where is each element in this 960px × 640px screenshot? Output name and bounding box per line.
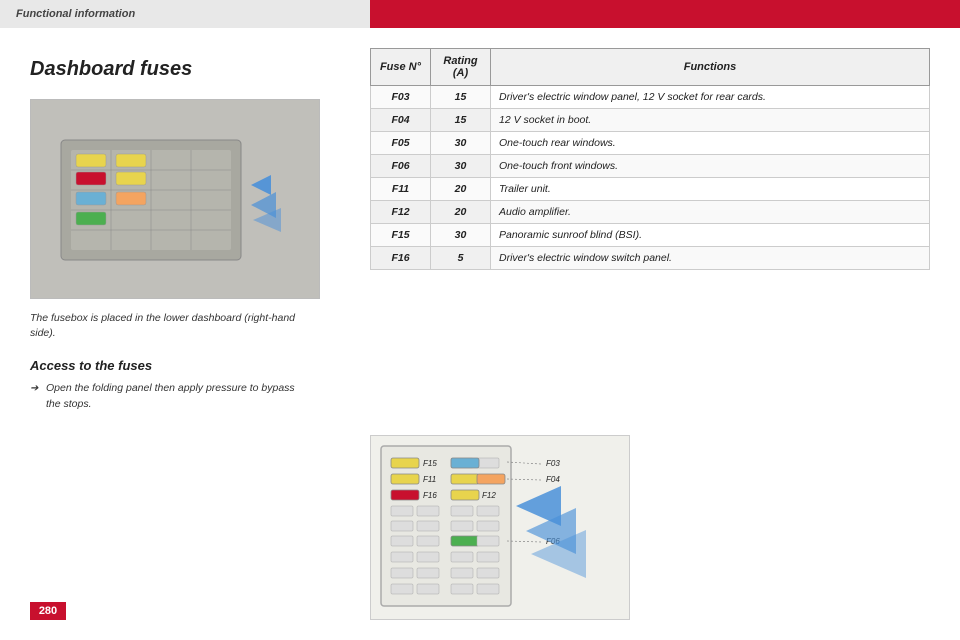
svg-text:F04: F04 <box>546 475 560 484</box>
left-column: Dashboard fuses <box>30 28 350 413</box>
table-row: F0630One-touch front windows. <box>371 155 930 178</box>
header-left: Functional information <box>0 0 370 28</box>
svg-text:F15: F15 <box>423 459 437 468</box>
fuse-function-cell: Audio amplifier. <box>491 201 930 224</box>
access-instruction: Open the folding panel then apply pressu… <box>30 381 310 413</box>
fuse-function-cell: Driver's electric window panel, 12 V soc… <box>491 86 930 109</box>
fuse-rating-cell: 20 <box>431 201 491 224</box>
fuse-rating-cell: 15 <box>431 86 491 109</box>
fuse-rating-cell: 20 <box>431 178 491 201</box>
fuse-diagram: F15 F11 F05 F03 F04 F16 F12 <box>370 435 630 620</box>
header-accent <box>370 0 960 28</box>
table-row: F1120Trailer unit. <box>371 178 930 201</box>
fuse-function-cell: 12 V socket in boot. <box>491 109 930 132</box>
table-row: F0530One-touch rear windows. <box>371 132 930 155</box>
fuse-number-cell: F11 <box>371 178 431 201</box>
fuse-rating-cell: 30 <box>431 224 491 247</box>
table-row: F1530Panoramic sunroof blind (BSI). <box>371 224 930 247</box>
svg-text:F12: F12 <box>482 491 496 500</box>
fuse-rating-cell: 15 <box>431 109 491 132</box>
fuse-number-cell: F03 <box>371 86 431 109</box>
fuse-function-cell: Driver's electric window switch panel. <box>491 247 930 270</box>
fuse-number-cell: F05 <box>371 132 431 155</box>
fuse-number-cell: F15 <box>371 224 431 247</box>
fuse-number-cell: F16 <box>371 247 431 270</box>
fuse-rating-cell: 5 <box>431 247 491 270</box>
fuse-diagram-svg: F15 F11 F05 F03 F04 F16 F12 <box>371 436 630 620</box>
fuse-table: Fuse N° Rating (A) Functions F0315Driver… <box>370 48 930 270</box>
col-header-rating: Rating (A) <box>431 49 491 86</box>
fuse-photo <box>30 99 320 299</box>
fuse-number-cell: F06 <box>371 155 431 178</box>
svg-text:F03: F03 <box>546 459 560 468</box>
fuse-number-cell: F04 <box>371 109 431 132</box>
fuse-photo-svg <box>31 100 320 299</box>
right-column: Fuse N° Rating (A) Functions F0315Driver… <box>370 48 930 270</box>
table-row: F165Driver's electric window switch pane… <box>371 247 930 270</box>
access-title: Access to the fuses <box>30 358 350 373</box>
header-bar: Functional information <box>0 0 960 28</box>
table-row: F041512 V socket in boot. <box>371 109 930 132</box>
fuse-rating-cell: 30 <box>431 132 491 155</box>
header-title: Functional information <box>16 8 135 20</box>
table-row: F0315Driver's electric window panel, 12 … <box>371 86 930 109</box>
fuse-photo-inner <box>31 100 319 298</box>
fuse-number-cell: F12 <box>371 201 431 224</box>
svg-text:F11: F11 <box>423 475 436 484</box>
col-header-functions: Functions <box>491 49 930 86</box>
fuse-rating-cell: 30 <box>431 155 491 178</box>
fuse-diagram-inner: F15 F11 F05 F03 F04 F16 F12 <box>371 436 629 619</box>
fuse-function-cell: Trailer unit. <box>491 178 930 201</box>
fuse-function-cell: One-touch front windows. <box>491 155 930 178</box>
fuse-function-cell: One-touch rear windows. <box>491 132 930 155</box>
col-header-fuse: Fuse N° <box>371 49 431 86</box>
page-number: 280 <box>30 602 66 620</box>
fuse-function-cell: Panoramic sunroof blind (BSI). <box>491 224 930 247</box>
section-title: Dashboard fuses <box>30 58 350 81</box>
fuse-photo-caption: The fusebox is placed in the lower dashb… <box>30 311 310 340</box>
table-header-row: Fuse N° Rating (A) Functions <box>371 49 930 86</box>
svg-text:F16: F16 <box>423 491 437 500</box>
table-row: F1220Audio amplifier. <box>371 201 930 224</box>
